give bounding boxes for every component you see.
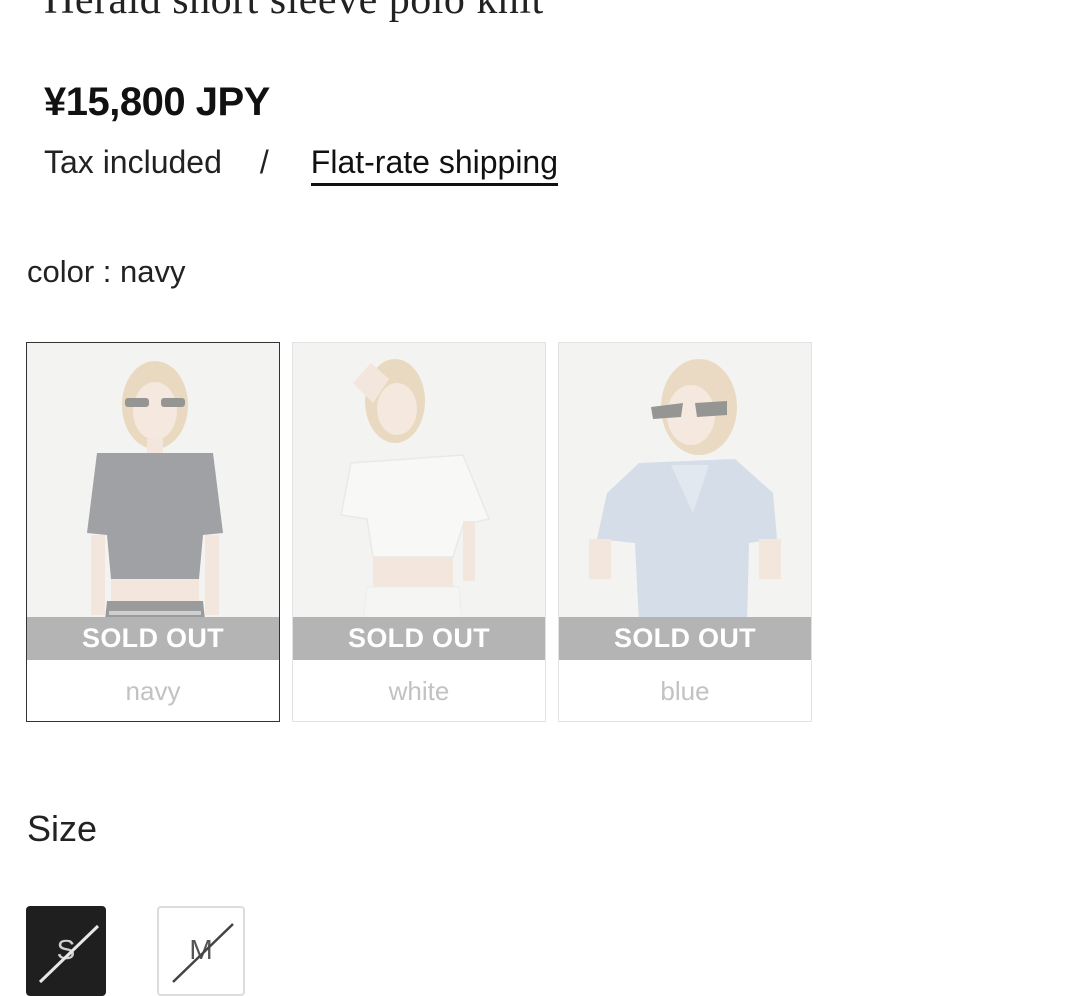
- color-swatch-list: SOLD OUT navy SOLD OUT white SOLD OUT bl…: [26, 342, 812, 722]
- tax-note: Tax included: [44, 144, 222, 180]
- swatch-label-blue: blue: [660, 676, 710, 706]
- sold-out-badge: SOLD OUT: [27, 617, 279, 660]
- color-swatch-blue[interactable]: SOLD OUT blue: [558, 342, 812, 722]
- size-option-m[interactable]: M: [157, 906, 245, 996]
- product-price: ¥15,800 JPY: [44, 80, 270, 124]
- separator: /: [259, 144, 269, 180]
- model-photo-navy: [27, 343, 279, 659]
- model-photo-blue: [559, 343, 811, 659]
- unavailable-strike-icon: [38, 924, 100, 984]
- unavailable-strike-icon: [172, 923, 234, 983]
- swatch-label-white: white: [388, 676, 450, 706]
- size-label: Size: [27, 808, 98, 849]
- color-swatch-navy[interactable]: SOLD OUT navy: [26, 342, 280, 722]
- tax-shipping-row: Tax included / Flat-rate shipping: [44, 144, 559, 186]
- sold-out-badge: SOLD OUT: [293, 617, 545, 660]
- swatch-label-navy: navy: [125, 676, 181, 706]
- model-photo-white: [293, 343, 545, 659]
- color-label: color : navy: [27, 254, 186, 289]
- size-option-s[interactable]: S: [26, 906, 106, 996]
- product-title: Herald short sleeve polo knit: [44, 0, 544, 23]
- color-swatch-white[interactable]: SOLD OUT white: [292, 342, 546, 722]
- sold-out-badge: SOLD OUT: [559, 617, 811, 660]
- flat-rate-shipping-link[interactable]: Flat-rate shipping: [310, 144, 559, 186]
